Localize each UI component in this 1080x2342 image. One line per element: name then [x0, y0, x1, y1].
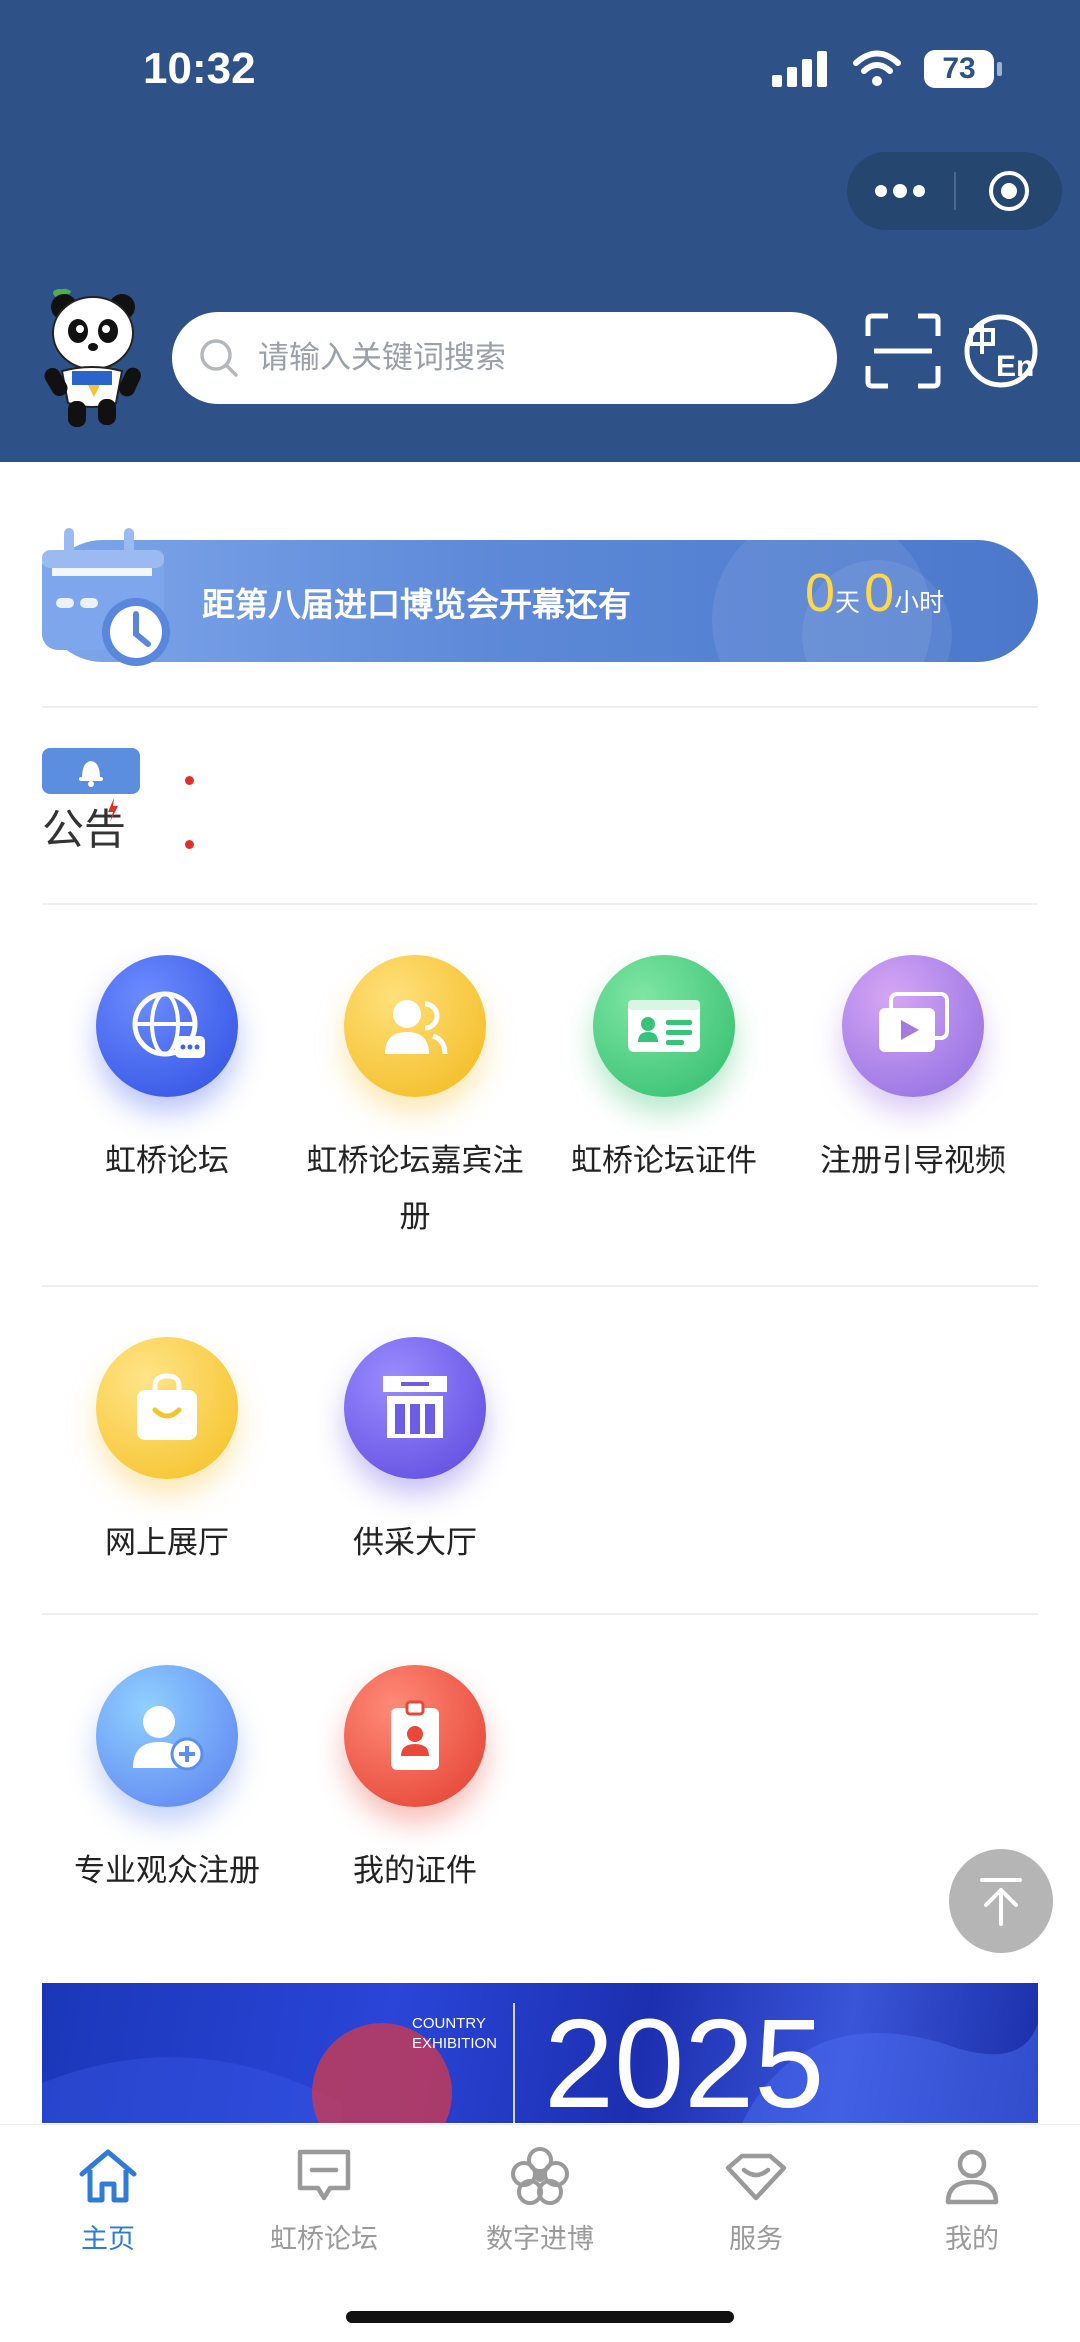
grid-item-label: 虹桥论坛 — [105, 1143, 229, 1179]
language-zh-en-icon[interactable]: En — [962, 312, 1040, 390]
hall-icon — [344, 1337, 486, 1479]
grid-item-my-credential[interactable]: 我的证件 — [290, 1665, 540, 1899]
tab-hongqiao-forum[interactable]: 虹桥论坛 — [216, 2139, 432, 2256]
calendar-clock-icon — [42, 528, 170, 666]
home-icon — [0, 2139, 216, 2213]
tab-label: 我的 — [945, 2224, 999, 2255]
search-icon — [196, 335, 242, 381]
grid-item-label: 注册引导视频 — [820, 1143, 1006, 1179]
badge-icon — [344, 1665, 486, 1807]
search-bar[interactable] — [172, 312, 837, 404]
status-time: 10:32 — [143, 44, 256, 93]
miniapp-capsule — [847, 152, 1062, 230]
grid-item-forum-guest-registration[interactable]: 虹桥论坛嘉宾注册 — [290, 955, 540, 1245]
grid-item-label: 专业观众注册 — [74, 1853, 260, 1889]
promo-banner[interactable]: COUNTRY EXHIBITION 2025 — [42, 1983, 1038, 2123]
wifi-icon — [853, 50, 901, 86]
spark-icon — [108, 798, 118, 822]
banner-art — [42, 2003, 1038, 2123]
app-header: 10:32 73 请输入关键词搜索 En — [0, 0, 1080, 462]
banner-text-line1: COUNTRY — [412, 2015, 486, 2032]
mascot-panda[interactable] — [38, 285, 146, 430]
service-icon — [648, 2139, 864, 2213]
home-indicator[interactable] — [346, 2311, 734, 2323]
countdown-days: 0 — [805, 563, 836, 623]
countdown-days-unit: 天 — [835, 588, 861, 617]
shopping-bag-icon — [96, 1337, 238, 1479]
section-divider — [42, 903, 1038, 905]
grid-item-online-hall[interactable]: 网上展厅 — [42, 1337, 292, 1571]
flower-icon — [432, 2139, 648, 2213]
tab-mine[interactable]: 我的 — [864, 2139, 1080, 2256]
scan-icon[interactable] — [864, 312, 942, 390]
grid-item-label: 虹桥论坛证件 — [571, 1143, 757, 1179]
countdown-text: 距第八届进口博览会开幕还有 — [202, 585, 631, 624]
grid-item-visitor-registration[interactable]: 专业观众注册 — [42, 1665, 292, 1899]
grid-item-hongqiao-forum[interactable]: 虹桥论坛 — [42, 955, 292, 1189]
globe-chat-icon — [96, 955, 238, 1097]
notice-bullet — [185, 776, 194, 785]
profile-icon — [864, 2139, 1080, 2213]
back-to-top-button[interactable] — [949, 1849, 1053, 1953]
arrow-up-icon — [980, 1878, 1022, 1926]
notice-label[interactable]: 公告 — [42, 748, 140, 860]
section-divider — [42, 1285, 1038, 1287]
section-divider — [42, 1613, 1038, 1615]
tab-digital-ciie[interactable]: 数字进博 — [432, 2139, 648, 2256]
grid-item-label: 网上展厅 — [105, 1525, 229, 1561]
grid-item-label: 我的证件 — [353, 1853, 477, 1889]
notice-text: 公告 — [42, 805, 127, 854]
svg-text:En: En — [996, 350, 1034, 383]
status-icons: 73 — [772, 50, 1002, 88]
bell-icon — [42, 748, 140, 794]
countdown-value: 0 天 0 小时 — [805, 562, 948, 624]
video-icon — [842, 955, 984, 1097]
notice-bullet — [185, 840, 194, 849]
countdown-hours: 0 — [864, 563, 895, 623]
tab-label: 服务 — [729, 2224, 783, 2255]
user-group-icon — [344, 955, 486, 1097]
battery-indicator: 73 — [924, 50, 1002, 88]
message-icon — [216, 2139, 432, 2213]
grid-item-forum-credential[interactable]: 虹桥论坛证件 — [539, 955, 789, 1189]
tab-label: 主页 — [81, 2224, 135, 2255]
tab-home[interactable]: 主页 — [0, 2139, 216, 2256]
tab-label: 虹桥论坛 — [270, 2224, 378, 2255]
close-target-icon[interactable] — [956, 152, 1063, 230]
add-user-icon — [96, 1665, 238, 1807]
grid-item-label: 虹桥论坛嘉宾注册 — [306, 1143, 524, 1235]
more-dots-icon[interactable] — [847, 152, 954, 230]
tab-label: 数字进博 — [486, 2224, 594, 2255]
countdown-hours-unit: 小时 — [894, 588, 945, 617]
section-divider — [42, 706, 1038, 708]
search-input[interactable] — [256, 339, 800, 377]
id-card-icon — [593, 955, 735, 1097]
tab-service[interactable]: 服务 — [648, 2139, 864, 2256]
grid-item-label: 供采大厅 — [353, 1525, 477, 1561]
banner-text-line2: EXHIBITION — [412, 2035, 498, 2052]
banner-year: 2025 — [544, 1993, 825, 2123]
countdown-banner: 距第八届进口博览会开幕还有 0 天 0 小时 — [42, 540, 1038, 662]
grid-item-registration-video[interactable]: 注册引导视频 — [788, 955, 1038, 1189]
bottom-tab-bar: 主页 虹桥论坛 数字进博 服务 我的 — [0, 2124, 1080, 2342]
grid-item-procurement-hall[interactable]: 供采大厅 — [290, 1337, 540, 1571]
signal-icon — [772, 51, 827, 87]
